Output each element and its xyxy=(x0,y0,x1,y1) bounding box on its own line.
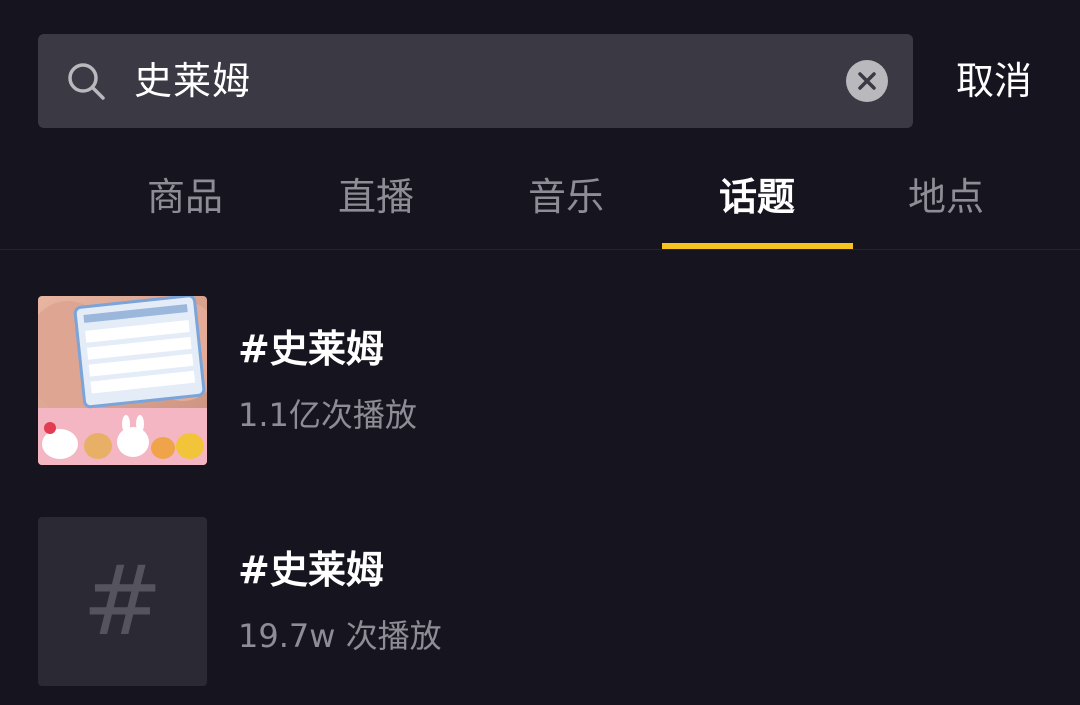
clear-search-button[interactable] xyxy=(846,60,888,102)
tab-users[interactable]: 户 xyxy=(0,168,77,226)
tabs-divider xyxy=(0,249,1080,250)
topic-thumbnail[interactable] xyxy=(38,296,207,465)
cancel-button[interactable]: 取消 xyxy=(956,54,1032,108)
search-icon xyxy=(66,61,106,101)
tab-music[interactable]: 音乐 xyxy=(471,168,661,226)
search-input[interactable]: 史莱姆 xyxy=(134,34,251,128)
topic-thumbnail[interactable]: # xyxy=(38,517,207,686)
tab-products[interactable]: 商品 xyxy=(90,168,280,226)
tab-live[interactable]: 直播 xyxy=(281,168,471,226)
hash-icon: # xyxy=(82,545,163,657)
search-box[interactable]: 史莱姆 xyxy=(38,34,913,128)
close-icon xyxy=(858,72,876,90)
topic-play-count: 19.7w 次播放 xyxy=(238,617,442,655)
topic-title[interactable]: #史莱姆 xyxy=(238,545,384,595)
topic-play-count: 1.1亿次播放 xyxy=(238,396,417,434)
tab-places[interactable]: 地点 xyxy=(851,168,1041,226)
topic-title[interactable]: #史莱姆 xyxy=(238,324,384,374)
tab-topics[interactable]: 话题 xyxy=(662,168,852,226)
